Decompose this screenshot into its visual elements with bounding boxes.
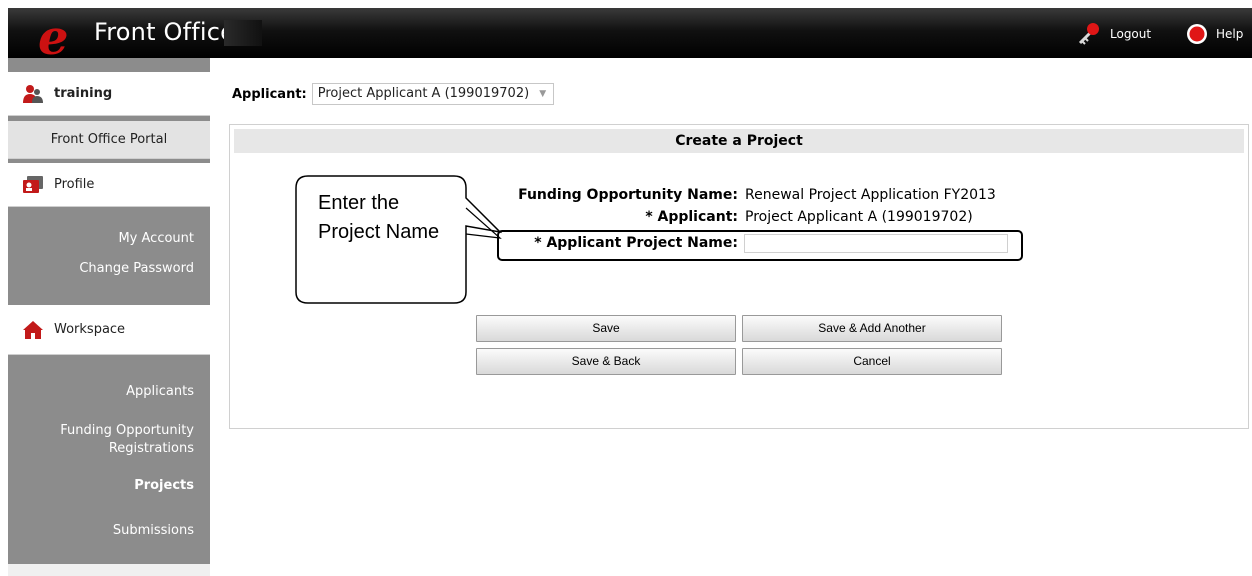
save-back-button[interactable]: Save & Back — [476, 348, 736, 375]
save-button[interactable]: Save — [476, 315, 736, 342]
save-add-another-button[interactable]: Save & Add Another — [742, 315, 1002, 342]
callout-bubble — [295, 175, 503, 304]
callout-text: Enter the Project Name — [318, 192, 440, 243]
cancel-button[interactable]: Cancel — [742, 348, 1002, 375]
